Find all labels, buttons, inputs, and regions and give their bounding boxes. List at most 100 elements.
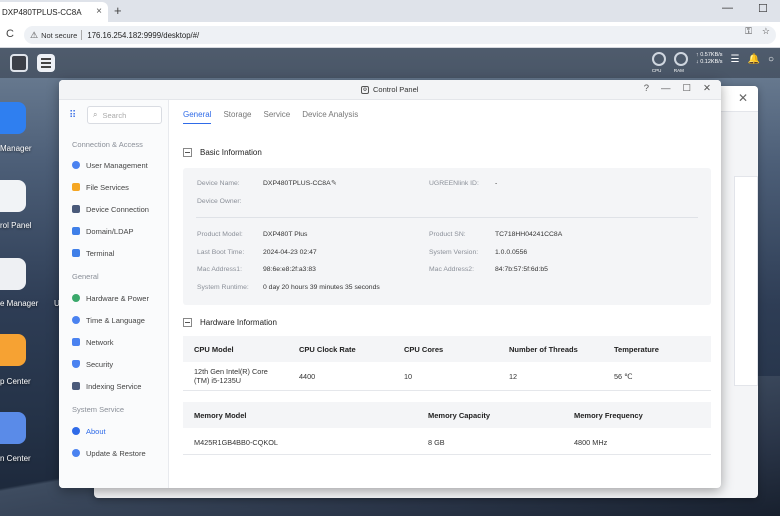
tab-device-analysis[interactable]: Device Analysis — [302, 110, 358, 119]
product-model-label: Product Model: — [197, 231, 243, 238]
tab-service[interactable]: Service — [264, 110, 291, 119]
runtime-label: System Runtime: — [197, 284, 249, 291]
sidebar-item-hardware-power[interactable]: Hardware & Power — [59, 289, 169, 307]
desktop-icon-label[interactable]: p Center — [0, 377, 31, 386]
column-header: CPU Model — [194, 345, 234, 354]
sidebar-item-time-language[interactable]: Time & Language — [59, 311, 169, 329]
key-icon[interactable]: ⚿ — [745, 26, 752, 37]
background-window-card — [734, 176, 758, 386]
file-manager-desktop-icon[interactable] — [0, 102, 26, 134]
memory-model-value: M425R1GB4BB0-CQKOL — [194, 438, 278, 447]
notification-bell-icon[interactable]: 🔔 — [748, 54, 760, 65]
column-header: Temperature — [614, 345, 659, 354]
power-icon — [72, 294, 80, 302]
omnibox-divider — [81, 30, 83, 40]
product-sn-label: Product SN: — [429, 231, 466, 238]
collapse-icon[interactable] — [183, 318, 192, 327]
control-panel-titlebar[interactable]: ⚙ Control Panel ? — ☐ ✕ — [59, 80, 721, 100]
control-panel-sidebar: ⠿ ⌕ Search Connection & Access User Mana… — [59, 100, 169, 488]
mac1-label: Mac Address1: — [197, 266, 242, 273]
sidebar-item-user-management[interactable]: User Management — [59, 156, 169, 174]
index-icon — [72, 382, 80, 390]
search-icon[interactable]: ○ — [768, 54, 774, 65]
browser-tab-title: DXP480TPLUS-CC8A — [2, 7, 82, 17]
sidebar-item-security[interactable]: Security — [59, 355, 169, 373]
cpu-table-header: CPU Model CPU Clock Rate CPU Cores Numbe… — [183, 336, 711, 362]
tab-storage[interactable]: Storage — [223, 110, 251, 119]
system-version-label: System Version: — [429, 249, 479, 256]
desktop-icon-label[interactable]: e Manager — [0, 299, 38, 308]
row-divider — [183, 390, 711, 391]
help-center-desktop-icon[interactable] — [0, 412, 26, 444]
sidebar-item-device-connection[interactable]: Device Connection — [59, 200, 169, 218]
desktop-icon-label[interactable]: n Center — [0, 454, 31, 463]
device-name-value: DXP480TPLUS-CC8A — [263, 180, 331, 187]
row-divider — [183, 454, 711, 455]
folder-icon — [72, 183, 80, 191]
sidebar-item-about[interactable]: About — [59, 422, 169, 440]
minimize-icon[interactable]: — — [661, 83, 671, 94]
task-manager-icon[interactable]: ☰ — [731, 54, 740, 65]
sidebar-item-update-restore[interactable]: Update & Restore — [59, 444, 169, 462]
show-desktop-button[interactable] — [10, 54, 28, 72]
memory-frequency-value: 4800 MHz — [574, 438, 608, 447]
edit-pencil-icon[interactable]: ✎ — [331, 179, 337, 187]
basic-info-header[interactable]: Basic Information — [183, 148, 262, 157]
tab-close-icon[interactable]: × — [96, 6, 102, 17]
maximize-icon[interactable]: ☐ — [683, 83, 692, 94]
column-header: Memory Capacity — [428, 411, 491, 420]
window-maximize-button[interactable]: ☐ — [758, 2, 768, 15]
app-center-desktop-icon[interactable] — [0, 334, 26, 366]
grid-menu-icon[interactable]: ⠿ — [69, 110, 76, 121]
network-speed[interactable]: ↑ 0.57KB/s ↓ 0.12KB/s — [696, 52, 723, 66]
sidebar-item-indexing-service[interactable]: Indexing Service — [59, 377, 169, 395]
last-boot-label: Last Boot Time: — [197, 249, 245, 256]
desktop-icon-label[interactable]: Manager — [0, 144, 32, 153]
collapse-icon[interactable] — [183, 148, 192, 157]
cpu-clock-value: 4400 — [299, 372, 316, 381]
desktop-icon-label[interactable]: rol Panel — [0, 221, 32, 230]
storage-manager-desktop-icon[interactable] — [0, 258, 26, 290]
close-icon[interactable]: ✕ — [703, 83, 711, 94]
help-icon[interactable]: ? — [644, 83, 649, 94]
tab-general[interactable]: General — [183, 110, 212, 124]
mac2-label: Mac Address2: — [429, 266, 474, 273]
sidebar-section-title: System Service — [72, 405, 125, 414]
column-header: Memory Model — [194, 411, 247, 420]
reload-icon[interactable]: C — [6, 28, 14, 40]
ugreenlink-label: UGREENlink ID: — [429, 180, 479, 187]
sidebar-item-terminal[interactable]: Terminal — [59, 244, 169, 262]
control-panel-shortcut-icon[interactable] — [37, 54, 55, 72]
hardware-info-header[interactable]: Hardware Information — [183, 318, 277, 327]
url-omnibox[interactable]: ⚠ Not secure 176.16.254.182:9999/desktop… — [24, 26, 776, 44]
background-window-close-icon[interactable]: ✕ — [738, 91, 748, 105]
update-icon — [72, 449, 80, 457]
mac1-value: 98:6e:e8:2f:a3:83 — [263, 266, 316, 273]
sidebar-item-domain-ldap[interactable]: Domain/LDAP — [59, 222, 169, 240]
info-icon — [72, 427, 80, 435]
mac2-value: 84:7b:57:5f:6d:b5 — [495, 266, 548, 273]
warning-icon[interactable]: ⚠ — [30, 30, 38, 41]
window-title: Control Panel — [373, 85, 419, 94]
content-tabs: General Storage Service Device Analysis — [183, 110, 358, 124]
browser-tab[interactable]: DXP480TPLUS-CC8A × — [0, 2, 108, 22]
search-placeholder: Search — [102, 110, 127, 120]
column-header: CPU Cores — [404, 345, 444, 354]
window-minimize-button[interactable]: — — [722, 2, 733, 14]
security-label[interactable]: Not secure — [41, 31, 77, 40]
star-icon[interactable]: ☆ — [762, 26, 770, 37]
control-panel-window: ⚙ Control Panel ? — ☐ ✕ ⠿ ⌕ Search Conne… — [59, 80, 721, 488]
sidebar-item-network[interactable]: Network — [59, 333, 169, 351]
runtime-value: 0 day 20 hours 39 minutes 35 seconds — [263, 284, 380, 291]
cpu-gauge-icon[interactable]: CPU — [651, 52, 666, 73]
system-version-value: 1.0.0.0556 — [495, 249, 528, 256]
sidebar-item-file-services[interactable]: File Services — [59, 178, 169, 196]
new-tab-button[interactable]: + — [114, 3, 122, 18]
ram-gauge-icon[interactable]: RAM — [673, 52, 688, 73]
sidebar-section-title: General — [72, 272, 99, 281]
cpu-model-line1: 12th Gen Intel(R) Core — [194, 367, 268, 376]
url-text[interactable]: 176.16.254.182:9999/desktop/#/ — [87, 31, 199, 40]
sidebar-search-input[interactable]: ⌕ Search — [87, 106, 162, 124]
memory-table-header: Memory Model Memory Capacity Memory Freq… — [183, 402, 711, 428]
control-panel-desktop-icon[interactable] — [0, 180, 26, 212]
